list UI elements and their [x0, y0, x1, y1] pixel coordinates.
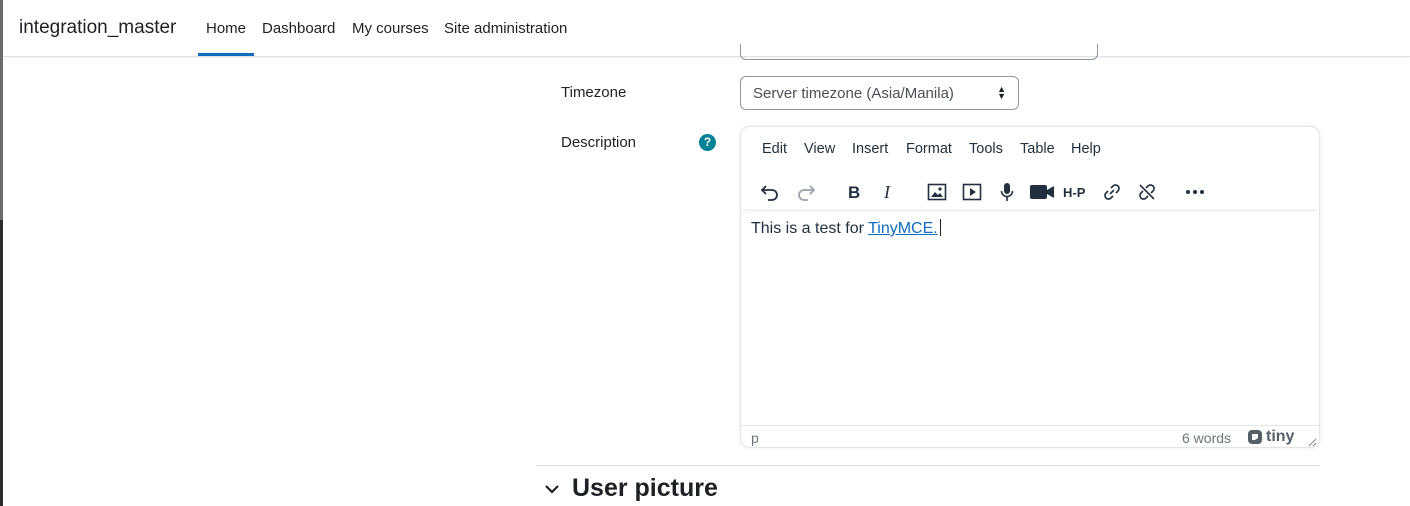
site-brand[interactable]: integration_master	[19, 17, 176, 39]
svg-text:B: B	[848, 183, 860, 201]
editor-toolbar: B I H-P	[741, 171, 1319, 209]
menu-table[interactable]: Table	[1020, 141, 1055, 157]
nav-item-home[interactable]: Home	[206, 20, 246, 37]
resize-handle-icon[interactable]	[1308, 438, 1317, 447]
tiny-logo[interactable]: tiny	[1247, 428, 1294, 446]
undo-icon[interactable]	[755, 177, 785, 207]
description-label: Description	[561, 134, 637, 151]
content-text: This is a test for	[751, 220, 869, 237]
media-icon[interactable]	[957, 177, 987, 207]
content-trailing: .	[933, 220, 938, 237]
image-icon[interactable]	[922, 177, 952, 207]
select-arrows-icon: ▲ ▼	[997, 84, 1006, 101]
bold-icon[interactable]: B	[839, 177, 869, 207]
nav-item-dashboard[interactable]: Dashboard	[262, 20, 335, 37]
italic-icon[interactable]: I	[874, 177, 904, 207]
menu-tools[interactable]: Tools	[969, 141, 1003, 157]
rich-text-editor: Edit View Insert Format Tools Table Help…	[740, 126, 1320, 448]
redo-icon[interactable]	[791, 177, 821, 207]
svg-text:H-P: H-P	[1063, 185, 1086, 200]
section-divider	[536, 465, 1320, 466]
timezone-label: Timezone	[561, 84, 627, 101]
unlink-icon[interactable]	[1132, 177, 1162, 207]
menu-format[interactable]: Format	[906, 141, 952, 157]
menu-view[interactable]: View	[804, 141, 835, 157]
tiny-logo-text: tiny	[1266, 428, 1295, 445]
chevron-down-icon	[545, 484, 559, 494]
nav-item-site-administration[interactable]: Site administration	[444, 20, 567, 37]
help-icon[interactable]: ?	[699, 134, 716, 151]
editor-content-area[interactable]: This is a test for TinyMCE.	[751, 219, 941, 238]
h5p-icon[interactable]: H-P	[1062, 177, 1092, 207]
more-icon[interactable]	[1180, 177, 1210, 207]
microphone-icon[interactable]	[992, 177, 1022, 207]
word-count[interactable]: 6 words	[1182, 430, 1231, 446]
editor-statusbar: p 6 words tiny	[741, 425, 1319, 447]
top-navbar: integration_master Home Dashboard My cou…	[3, 0, 1410, 57]
element-path[interactable]: p	[751, 430, 759, 446]
editor-menubar: Edit View Insert Format Tools Table Help	[741, 127, 1319, 169]
menu-edit[interactable]: Edit	[762, 141, 787, 157]
svg-text:I: I	[883, 183, 891, 201]
section-title: User picture	[572, 474, 718, 502]
active-nav-indicator	[198, 53, 254, 56]
video-camera-icon[interactable]	[1027, 177, 1057, 207]
menu-help[interactable]: Help	[1071, 141, 1101, 157]
nav-item-my-courses[interactable]: My courses	[352, 20, 429, 37]
content-link[interactable]: TinyMCE	[868, 220, 933, 237]
link-icon[interactable]	[1097, 177, 1127, 207]
text-caret	[939, 219, 941, 236]
menu-insert[interactable]: Insert	[852, 141, 888, 157]
timezone-select[interactable]: Server timezone (Asia/Manila) ▲ ▼	[740, 76, 1019, 110]
user-picture-section-header[interactable]: User picture	[544, 474, 718, 503]
tiny-logo-icon	[1248, 430, 1262, 444]
window-edge-dark	[0, 220, 3, 506]
timezone-select-value: Server timezone (Asia/Manila)	[753, 85, 954, 102]
previous-field-select[interactable]	[740, 44, 1098, 60]
